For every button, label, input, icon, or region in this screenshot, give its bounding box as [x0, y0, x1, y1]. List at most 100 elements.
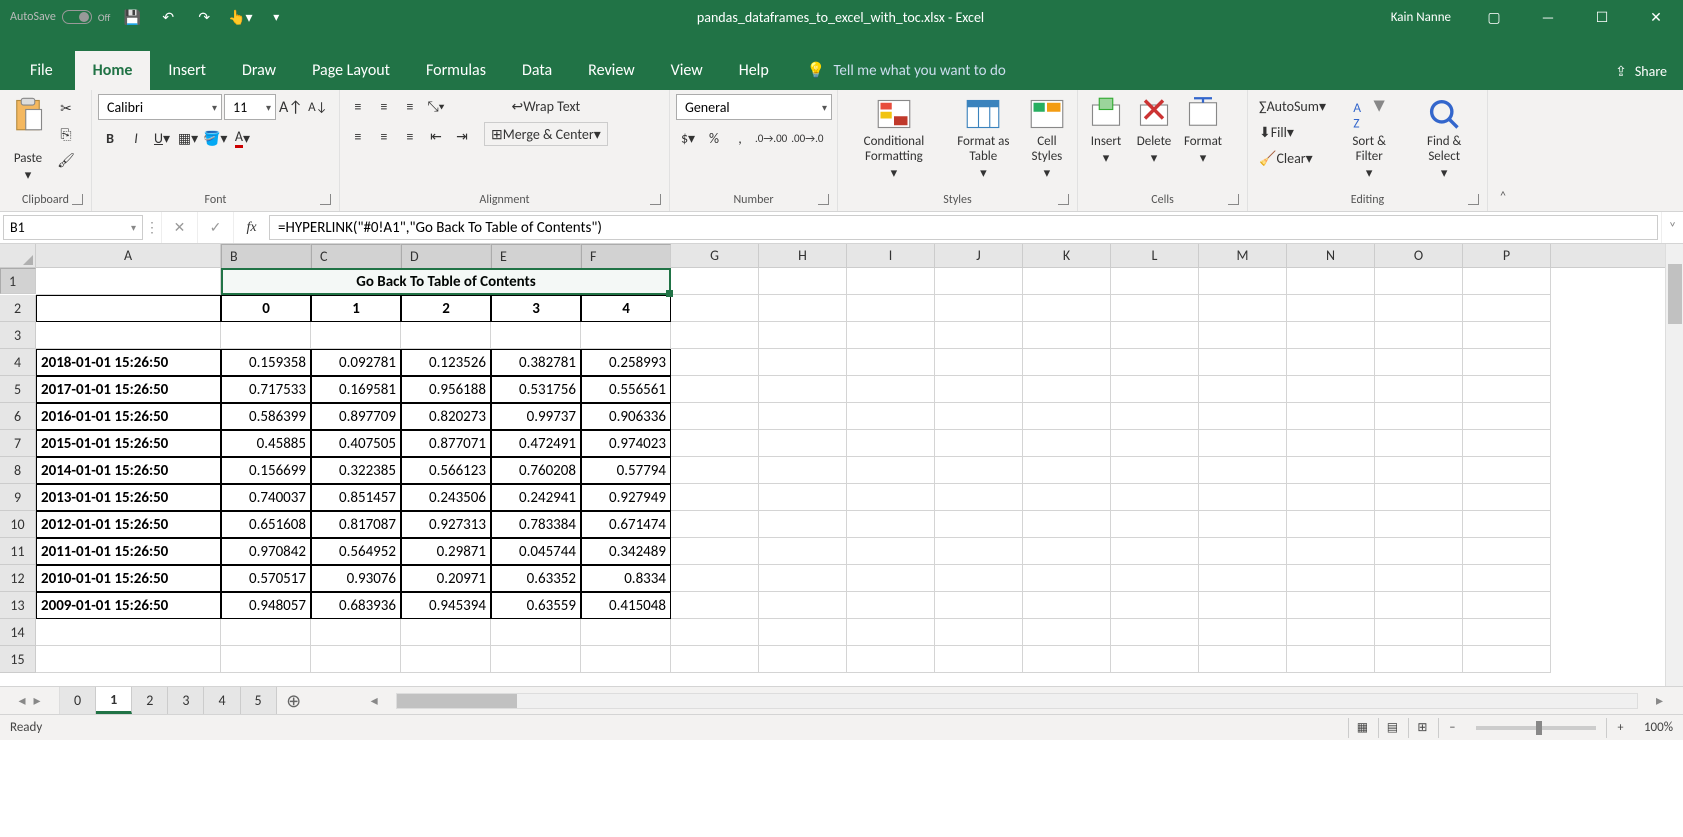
format-cells-button[interactable]: Format▾	[1180, 94, 1226, 168]
new-sheet-button[interactable]: ⊕	[277, 687, 311, 714]
sheet-tab-3[interactable]: 3	[168, 687, 204, 714]
column-header-O[interactable]: O	[1375, 244, 1463, 267]
collapse-ribbon-icon[interactable]: ˄	[1488, 90, 1518, 211]
increase-decimal-icon[interactable]: .0→.00	[754, 126, 788, 150]
tab-home[interactable]: Home	[75, 51, 151, 90]
data-cell[interactable]: 0.570517	[221, 565, 311, 592]
decrease-indent-icon[interactable]: ⇤	[424, 124, 448, 148]
data-cell[interactable]: 0.651608	[221, 511, 311, 538]
sort-filter-button[interactable]: AZ Sort & Filter▾	[1335, 94, 1403, 183]
sheet-tab-4[interactable]: 4	[204, 687, 240, 714]
page-break-view-icon[interactable]: ⊞	[1408, 718, 1436, 738]
sheet-tab-5[interactable]: 5	[241, 687, 277, 714]
share-button[interactable]: Share	[1635, 63, 1667, 80]
data-cell[interactable]: 0.45885	[221, 430, 311, 457]
touch-mode-icon[interactable]: 👆▾	[226, 3, 254, 31]
sheet-tab-2[interactable]: 2	[132, 687, 168, 714]
orientation-icon[interactable]: ⤡▾	[424, 94, 448, 118]
data-cell[interactable]: 0.586399	[221, 403, 311, 430]
tab-data[interactable]: Data	[504, 51, 570, 90]
tab-insert[interactable]: Insert	[150, 51, 224, 90]
data-cell[interactable]: 0.123526	[401, 349, 491, 376]
row-header[interactable]: 11	[0, 538, 36, 565]
data-cell[interactable]: 0.99737	[491, 403, 581, 430]
row-header[interactable]: 8	[0, 457, 36, 484]
data-cell[interactable]: 0.717533	[221, 376, 311, 403]
data-cell[interactable]: 0.29871	[401, 538, 491, 565]
data-cell[interactable]: 0.683936	[311, 592, 401, 619]
data-cell[interactable]: 0.927313	[401, 511, 491, 538]
data-cell[interactable]: 0.159358	[221, 349, 311, 376]
row-header[interactable]: 14	[0, 619, 36, 646]
user-name[interactable]: Kain Nanne	[1391, 10, 1451, 25]
column-header-N[interactable]: N	[1287, 244, 1375, 267]
column-header-G[interactable]: G	[671, 244, 759, 267]
row-label[interactable]: 2014-01-01 15:26:50	[36, 457, 221, 484]
font-name-select[interactable]: Calibri▾	[98, 94, 222, 120]
column-header-I[interactable]: I	[847, 244, 935, 267]
data-cell[interactable]: 0.63559	[491, 592, 581, 619]
zoom-slider[interactable]	[1476, 726, 1596, 730]
data-cell[interactable]: 0.322385	[311, 457, 401, 484]
row-header[interactable]: 1	[0, 268, 36, 294]
row-label[interactable]: 2016-01-01 15:26:50	[36, 403, 221, 430]
redo-icon[interactable]: ↷	[190, 3, 218, 31]
data-cell[interactable]: 0.564952	[311, 538, 401, 565]
undo-icon[interactable]: ↶	[154, 3, 182, 31]
column-header-F[interactable]: F	[581, 244, 671, 270]
minimize-icon[interactable]: —	[1525, 0, 1571, 34]
insert-cells-button[interactable]: Insert▾	[1084, 94, 1128, 168]
comma-icon[interactable]: ,	[728, 126, 752, 150]
column-header-B[interactable]: B	[221, 244, 311, 270]
cut-icon[interactable]: ✂	[54, 96, 78, 120]
row-label[interactable]: 2017-01-01 15:26:50	[36, 376, 221, 403]
data-cell[interactable]: 0.906336	[581, 403, 671, 430]
row-header[interactable]: 12	[0, 565, 36, 592]
data-cell[interactable]: 0.877071	[401, 430, 491, 457]
row-header[interactable]: 10	[0, 511, 36, 538]
share-icon[interactable]: ⇪	[1615, 63, 1627, 80]
align-top-icon[interactable]: ≡	[346, 94, 370, 118]
column-header-L[interactable]: L	[1111, 244, 1199, 267]
table-column-header[interactable]: 1	[311, 295, 401, 322]
table-column-header[interactable]: 2	[401, 295, 491, 322]
data-cell[interactable]: 0.156699	[221, 457, 311, 484]
column-header-C[interactable]: C	[311, 244, 401, 270]
data-cell[interactable]: 0.897709	[311, 403, 401, 430]
enter-formula-icon[interactable]: ✓	[197, 212, 233, 243]
increase-indent-icon[interactable]: ⇥	[450, 124, 474, 148]
format-as-table-button[interactable]: Format as Table▾	[948, 94, 1019, 183]
ribbon-display-icon[interactable]: ▢	[1471, 0, 1517, 34]
row-label[interactable]: 2013-01-01 15:26:50	[36, 484, 221, 511]
data-cell[interactable]: 0.8334	[581, 565, 671, 592]
delete-cells-button[interactable]: Delete▾	[1132, 94, 1176, 168]
tell-me-search[interactable]: 💡 Tell me what you want to do	[807, 61, 1006, 90]
data-cell[interactable]: 0.258993	[581, 349, 671, 376]
column-header-H[interactable]: H	[759, 244, 847, 267]
data-cell[interactable]: 0.970842	[221, 538, 311, 565]
data-cell[interactable]: 0.93076	[311, 565, 401, 592]
data-cell[interactable]: 0.556561	[581, 376, 671, 403]
format-painter-icon[interactable]: 🖌	[54, 148, 78, 172]
data-cell[interactable]: 0.566123	[401, 457, 491, 484]
align-center-icon[interactable]: ≡	[372, 124, 396, 148]
row-header[interactable]: 2	[0, 295, 36, 322]
page-layout-view-icon[interactable]: ▤	[1378, 718, 1406, 738]
data-cell[interactable]: 0.974023	[581, 430, 671, 457]
vertical-scrollbar[interactable]	[1665, 244, 1683, 686]
row-header[interactable]: 3	[0, 322, 36, 349]
conditional-formatting-button[interactable]: Conditional Formatting▾	[844, 94, 944, 183]
data-cell[interactable]: 0.242941	[491, 484, 581, 511]
horizontal-scrollbar[interactable]: ◂ ▸	[351, 687, 1683, 714]
data-cell[interactable]: 0.948057	[221, 592, 311, 619]
row-label[interactable]: 2009-01-01 15:26:50	[36, 592, 221, 619]
paste-button[interactable]: ​Paste▾	[6, 94, 50, 185]
data-cell[interactable]: 0.20971	[401, 565, 491, 592]
merge-center-button[interactable]: ⊞ Merge & Center ▾	[484, 122, 608, 146]
column-header-K[interactable]: K	[1023, 244, 1111, 267]
data-cell[interactable]: 0.851457	[311, 484, 401, 511]
qat-customize-icon[interactable]: ▾	[262, 3, 290, 31]
cell-styles-button[interactable]: Cell Styles▾	[1023, 94, 1071, 183]
decrease-decimal-icon[interactable]: .00→.0	[790, 126, 824, 150]
table-column-header[interactable]: 4	[581, 295, 671, 322]
